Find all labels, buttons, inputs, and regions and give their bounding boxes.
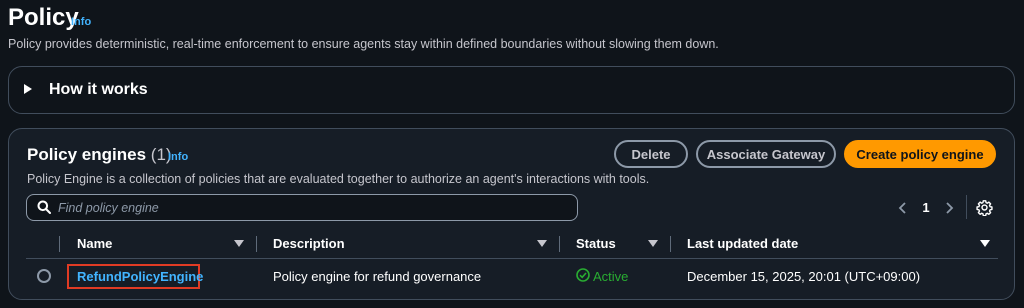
chevron-right-icon[interactable] — [942, 200, 956, 216]
chevron-left-icon[interactable] — [896, 200, 910, 216]
column-header-last-updated[interactable]: Last updated date — [687, 236, 798, 251]
pagination-divider — [966, 195, 967, 219]
caret-right-icon — [24, 84, 32, 94]
column-header-description[interactable]: Description — [273, 236, 345, 251]
column-divider — [559, 236, 560, 252]
panel-title-text: Policy engines — [27, 145, 147, 164]
column-divider — [256, 236, 257, 252]
associate-gateway-button[interactable]: Associate Gateway — [696, 140, 836, 168]
last-updated-date: December 15, 2025, 20:01 (UTC+09:00) — [687, 269, 921, 284]
column-divider — [59, 236, 60, 252]
search-icon — [37, 200, 51, 214]
panel-title: Policy engines (1) — [27, 145, 172, 165]
column-header-name[interactable]: Name — [77, 236, 112, 251]
panel-description: Policy Engine is a collection of policie… — [27, 172, 650, 186]
table-header-rule — [26, 258, 998, 259]
page-title: Policy — [8, 4, 79, 31]
engine-description: Policy engine for refund governance — [273, 269, 482, 284]
create-policy-engine-button[interactable]: Create policy engine — [844, 140, 996, 168]
column-header-status[interactable]: Status — [576, 236, 616, 251]
engine-name-link[interactable]: RefundPolicyEngine — [77, 269, 203, 284]
check-circle-icon — [576, 268, 590, 282]
panel-info-link[interactable]: Info — [168, 151, 188, 163]
caret-down-icon[interactable] — [980, 240, 990, 247]
page-info-link[interactable]: Info — [71, 16, 91, 28]
caret-down-icon[interactable] — [537, 240, 547, 247]
caret-down-icon[interactable] — [648, 240, 658, 247]
page-description: Policy provides deterministic, real-time… — [8, 37, 719, 51]
row-select-radio[interactable] — [37, 269, 51, 283]
column-divider — [670, 236, 671, 252]
how-it-works-expander[interactable] — [8, 66, 1015, 114]
status-badge: Active — [593, 269, 629, 284]
caret-down-icon[interactable] — [234, 240, 244, 247]
how-it-works-label[interactable]: How it works — [49, 81, 148, 99]
page-number[interactable]: 1 — [918, 200, 934, 215]
gear-icon[interactable] — [976, 199, 993, 216]
search-input[interactable] — [58, 198, 558, 218]
delete-button[interactable]: Delete — [614, 140, 688, 168]
